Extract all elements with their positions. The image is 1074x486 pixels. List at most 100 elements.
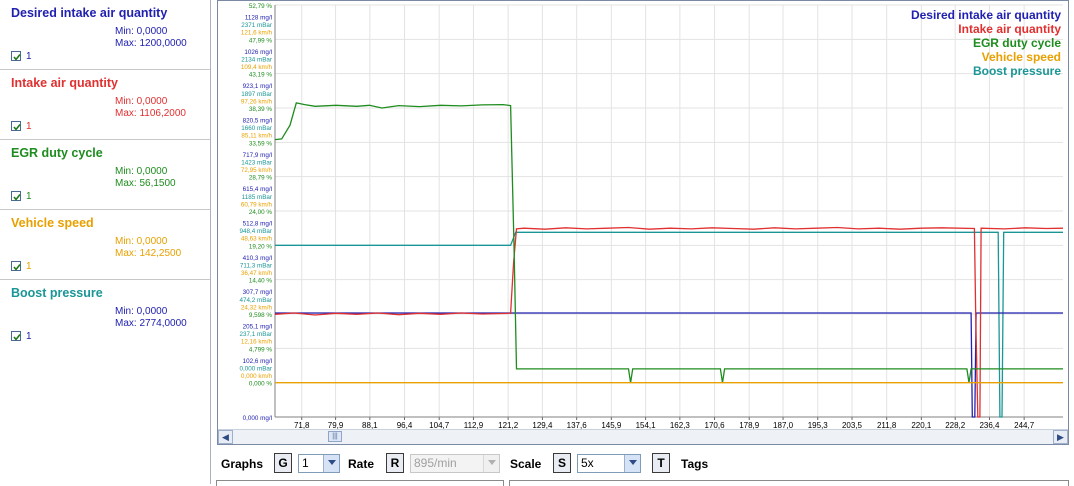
legend-entry: EGR duty cycle bbox=[973, 36, 1061, 50]
scroll-right-button[interactable]: ▶ bbox=[1053, 430, 1068, 444]
y-tick-label: 0,000 km/h bbox=[241, 373, 273, 380]
chevron-down-icon[interactable] bbox=[323, 455, 339, 472]
scrollbar-thumb[interactable]: ||| bbox=[328, 431, 342, 442]
channel-checkbox-label: 1 bbox=[26, 51, 32, 62]
chevron-down-icon bbox=[483, 455, 499, 472]
y-tick-label: 38,39 % bbox=[249, 106, 273, 113]
checkmark-icon bbox=[13, 54, 21, 61]
channel-title: Desired intake air quantity bbox=[11, 6, 168, 20]
channel-sidebar: Desired intake air quantity Min: 0,0000 … bbox=[0, 0, 211, 484]
channel-title: Intake air quantity bbox=[11, 76, 118, 90]
chevron-right-icon: ▶ bbox=[1057, 432, 1064, 442]
channel-title: EGR duty cycle bbox=[11, 146, 103, 160]
chevron-down-icon[interactable] bbox=[624, 455, 640, 472]
y-tick-label: 4,799 % bbox=[249, 346, 273, 353]
tags-shortcut-key[interactable]: T bbox=[652, 453, 670, 473]
channel-min: Min: 0,0000 bbox=[115, 96, 168, 107]
channel-checkbox[interactable] bbox=[11, 331, 21, 341]
y-tick-label: 1423 mBar bbox=[241, 159, 272, 166]
rate-select-value: 895/min bbox=[414, 456, 457, 470]
channel-panel-boost-pressure: Boost pressure Min: 0,0000 Max: 2774,000… bbox=[0, 280, 210, 350]
scale-select-value: 5x bbox=[581, 456, 594, 470]
channel-checkbox-label: 1 bbox=[26, 331, 32, 342]
scale-label: Scale bbox=[510, 457, 542, 471]
bottom-panel-right bbox=[509, 480, 1069, 486]
y-tick-label: 0,000 mBar bbox=[239, 365, 272, 372]
chevron-left-icon: ◀ bbox=[222, 432, 229, 442]
legend-entry: Boost pressure bbox=[973, 64, 1061, 78]
channel-max: Max: 142,2500 bbox=[115, 248, 182, 259]
y-tick-label: 36,47 km/h bbox=[241, 270, 273, 277]
y-tick-label: 948,4 mBar bbox=[239, 228, 272, 235]
y-tick-label: 24,32 km/h bbox=[241, 304, 273, 311]
y-tick-label: 33,59 % bbox=[249, 140, 273, 147]
y-tick-label: 47,99 % bbox=[249, 37, 273, 44]
y-tick-label: 85,11 km/h bbox=[241, 133, 272, 140]
channel-checkbox-label: 1 bbox=[26, 261, 32, 272]
scale-shortcut-key[interactable]: S bbox=[553, 453, 571, 473]
y-tick-label: 410,3 mg/l bbox=[243, 255, 272, 262]
channel-max: Max: 2774,0000 bbox=[115, 318, 187, 329]
y-tick-label: 52,79 % bbox=[249, 3, 273, 10]
y-tick-label: 1660 mBar bbox=[241, 125, 272, 132]
y-tick-label: 1026 mg/l bbox=[244, 49, 272, 56]
channel-min: Min: 0,0000 bbox=[115, 306, 168, 317]
checkmark-icon bbox=[13, 194, 21, 201]
y-tick-label: 820,5 mg/l bbox=[243, 118, 272, 125]
y-tick-label: 512,8 mg/l bbox=[243, 221, 272, 228]
y-tick-label: 43,19 % bbox=[249, 72, 273, 79]
channel-min: Min: 0,0000 bbox=[115, 26, 168, 37]
graphs-select[interactable]: 1 bbox=[298, 454, 340, 473]
y-tick-label: 205,1 mg/l bbox=[243, 324, 272, 331]
checkmark-icon bbox=[13, 334, 21, 341]
chart-scrollbar[interactable]: ◀ ||| ▶ bbox=[218, 429, 1068, 444]
y-tick-label: 474,2 mBar bbox=[239, 297, 272, 304]
channel-checkbox-label: 1 bbox=[26, 191, 32, 202]
channel-panel-egr-duty-cycle: EGR duty cycle Min: 0,0000 Max: 56,1500 … bbox=[0, 140, 210, 210]
graphs-shortcut-key[interactable]: G bbox=[274, 453, 292, 473]
y-tick-label: 102,6 mg/l bbox=[243, 358, 272, 365]
y-tick-label: 615,4 mg/l bbox=[243, 186, 272, 193]
rate-shortcut-key[interactable]: R bbox=[386, 453, 404, 473]
y-tick-label: 0,000 % bbox=[249, 381, 273, 388]
y-tick-label: 19,20 % bbox=[249, 243, 273, 250]
y-tick-label: 1185 mBar bbox=[242, 194, 272, 201]
graphs-label: Graphs bbox=[221, 457, 264, 471]
legend-entry: Desired intake air quantity bbox=[911, 8, 1061, 22]
y-tick-label: 923,1 mg/l bbox=[243, 83, 272, 90]
y-tick-label: 14,40 % bbox=[249, 278, 273, 285]
series-line bbox=[275, 312, 1063, 418]
scale-select[interactable]: 5x bbox=[577, 454, 641, 473]
checkmark-icon bbox=[13, 264, 21, 271]
checkmark-icon bbox=[13, 124, 21, 131]
channel-max: Max: 1200,0000 bbox=[115, 38, 187, 49]
y-tick-label: 121,6 km/h bbox=[241, 30, 273, 37]
channel-panel-intake-air: Intake air quantity Min: 0,0000 Max: 110… bbox=[0, 70, 210, 140]
channel-title: Vehicle speed bbox=[11, 216, 94, 230]
rate-select: 895/min bbox=[410, 454, 500, 473]
tags-label: Tags bbox=[681, 457, 709, 471]
channel-checkbox[interactable] bbox=[11, 121, 21, 131]
line-chart: 71,8 79,9 88,1 96,4 104,7 112,9 121,2 129,4 137,… bbox=[239, 1, 1064, 430]
channel-checkbox[interactable] bbox=[11, 191, 21, 201]
y-tick-label: 48,63 km/h bbox=[241, 236, 273, 243]
y-tick-label: 307,7 mg/l bbox=[243, 289, 272, 296]
channel-panel-desired-intake-air: Desired intake air quantity Min: 0,0000 … bbox=[0, 0, 210, 70]
channel-checkbox[interactable] bbox=[11, 51, 21, 61]
y-tick-label: 1897 mBar bbox=[241, 91, 272, 98]
y-tick-label: 109,4 km/h bbox=[241, 64, 273, 71]
y-tick-label: 717,9 mg/l bbox=[243, 152, 272, 159]
channel-checkbox[interactable] bbox=[11, 261, 21, 271]
y-tick-label: 72,95 km/h bbox=[241, 167, 273, 174]
y-tick-label: 24,00 % bbox=[249, 209, 273, 216]
series-line bbox=[274, 102, 1063, 383]
rate-label: Rate bbox=[348, 457, 375, 471]
grip-icon: ||| bbox=[332, 433, 338, 440]
bottom-toolbar: Graphs G 1 Rate R 895/min Scale S 5x T T… bbox=[210, 448, 1074, 486]
y-tick-label: 2371 mBar bbox=[241, 22, 272, 29]
channel-max: Max: 1106,2000 bbox=[115, 108, 186, 119]
series-line bbox=[275, 231, 1063, 418]
scroll-left-button[interactable]: ◀ bbox=[218, 430, 233, 444]
y-tick-label: 60,79 km/h bbox=[241, 201, 273, 208]
y-tick-label: 9,598 % bbox=[249, 312, 273, 319]
